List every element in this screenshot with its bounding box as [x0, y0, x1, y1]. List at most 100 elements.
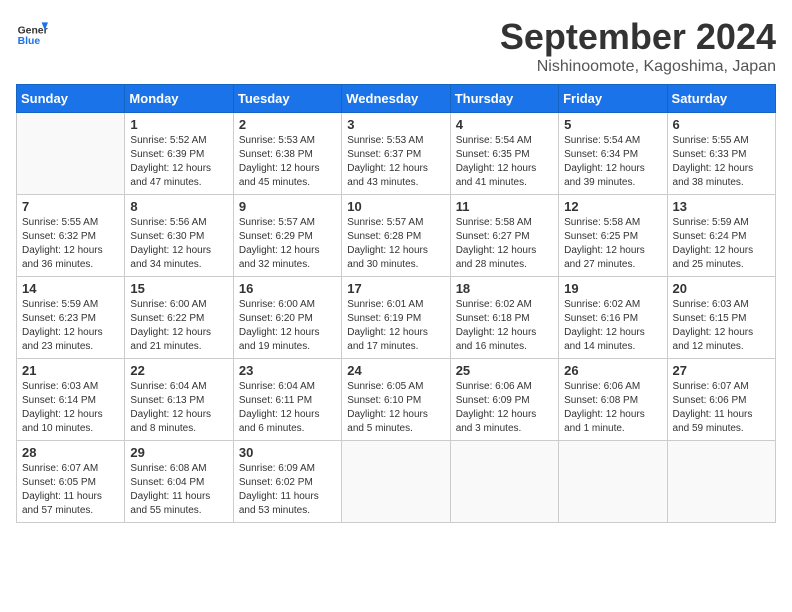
- day-number: 18: [456, 281, 553, 296]
- table-row: 21 Sunrise: 6:03 AMSunset: 6:14 PMDayligh…: [17, 359, 125, 441]
- table-row: 19 Sunrise: 6:02 AMSunset: 6:16 PMDayligh…: [559, 277, 667, 359]
- day-number: 14: [22, 281, 119, 296]
- day-info: Sunrise: 6:09 AMSunset: 6:02 PMDaylight:…: [239, 463, 319, 516]
- day-number: 17: [347, 281, 444, 296]
- day-number: 30: [239, 445, 336, 460]
- day-info: Sunrise: 6:04 AMSunset: 6:13 PMDaylight:…: [130, 381, 211, 434]
- day-info: Sunrise: 6:01 AMSunset: 6:19 PMDaylight:…: [347, 299, 428, 352]
- day-info: Sunrise: 6:05 AMSunset: 6:10 PMDaylight:…: [347, 381, 428, 434]
- day-info: Sunrise: 5:58 AMSunset: 6:25 PMDaylight:…: [564, 217, 645, 270]
- day-number: 26: [564, 363, 661, 378]
- day-number: 27: [673, 363, 770, 378]
- day-number: 15: [130, 281, 227, 296]
- day-number: 20: [673, 281, 770, 296]
- table-row: 23 Sunrise: 6:04 AMSunset: 6:11 PMDayligh…: [233, 359, 341, 441]
- table-row: 17 Sunrise: 6:01 AMSunset: 6:19 PMDayligh…: [342, 277, 450, 359]
- day-number: 1: [130, 117, 227, 132]
- day-info: Sunrise: 6:07 AMSunset: 6:05 PMDaylight:…: [22, 463, 102, 516]
- day-info: Sunrise: 6:00 AMSunset: 6:20 PMDaylight:…: [239, 299, 320, 352]
- table-row: 24Sunrise: 6:05 AMSunset: 6:10 PMDayligh…: [342, 359, 450, 441]
- day-number: 3: [347, 117, 444, 132]
- table-row: 26 Sunrise: 6:06 AMSunset: 6:08 PMDayligh…: [559, 359, 667, 441]
- table-row: 2 Sunrise: 5:53 AMSunset: 6:38 PMDaylight…: [233, 113, 341, 195]
- day-info: Sunrise: 5:53 AMSunset: 6:38 PMDaylight:…: [239, 135, 320, 188]
- table-row: 11 Sunrise: 5:58 AMSunset: 6:27 PMDayligh…: [450, 195, 558, 277]
- day-info: Sunrise: 6:06 AMSunset: 6:08 PMDaylight:…: [564, 381, 645, 434]
- table-row: 29Sunrise: 6:08 AMSunset: 6:04 PMDayligh…: [125, 441, 233, 523]
- day-info: Sunrise: 6:02 AMSunset: 6:16 PMDaylight:…: [564, 299, 645, 352]
- day-info: Sunrise: 6:00 AMSunset: 6:22 PMDaylight:…: [130, 299, 211, 352]
- day-number: 21: [22, 363, 119, 378]
- col-sunday: Sunday: [17, 85, 125, 113]
- table-row: [667, 441, 775, 523]
- day-number: 2: [239, 117, 336, 132]
- day-number: 7: [22, 199, 119, 214]
- table-row: 8 Sunrise: 5:56 AMSunset: 6:30 PMDaylight…: [125, 195, 233, 277]
- table-row: [559, 441, 667, 523]
- table-row: 13 Sunrise: 5:59 AMSunset: 6:24 PMDayligh…: [667, 195, 775, 277]
- day-number: 13: [673, 199, 770, 214]
- table-row: 7 Sunrise: 5:55 AMSunset: 6:32 PMDaylight…: [17, 195, 125, 277]
- day-number: 19: [564, 281, 661, 296]
- day-number: 10: [347, 199, 444, 214]
- day-number: 16: [239, 281, 336, 296]
- day-info: Sunrise: 5:52 AMSunset: 6:39 PMDaylight:…: [130, 135, 211, 188]
- day-info: Sunrise: 6:06 AMSunset: 6:09 PMDaylight:…: [456, 381, 537, 434]
- table-row: 28 Sunrise: 6:07 AMSunset: 6:05 PMDayligh…: [17, 441, 125, 523]
- day-number: 9: [239, 199, 336, 214]
- table-row: 20 Sunrise: 6:03 AMSunset: 6:15 PMDayligh…: [667, 277, 775, 359]
- table-row: [450, 441, 558, 523]
- table-row: 6 Sunrise: 5:55 AMSunset: 6:33 PMDaylight…: [667, 113, 775, 195]
- day-info: Sunrise: 5:58 AMSunset: 6:27 PMDaylight:…: [456, 217, 537, 270]
- day-info: Sunrise: 5:59 AMSunset: 6:23 PMDaylight:…: [22, 299, 103, 352]
- day-number: 11: [456, 199, 553, 214]
- calendar-table: Sunday Monday Tuesday Wednesday Thursday…: [16, 84, 776, 523]
- table-row: 10Sunrise: 5:57 AMSunset: 6:28 PMDayligh…: [342, 195, 450, 277]
- day-info: Sunrise: 5:55 AMSunset: 6:33 PMDaylight:…: [673, 135, 754, 188]
- day-info: Sunrise: 5:57 AMSunset: 6:29 PMDaylight:…: [239, 217, 320, 270]
- day-number: 25: [456, 363, 553, 378]
- day-info: Sunrise: 5:55 AMSunset: 6:32 PMDaylight:…: [22, 217, 103, 270]
- day-info: Sunrise: 6:02 AMSunset: 6:18 PMDaylight:…: [456, 299, 537, 352]
- table-row: 12 Sunrise: 5:58 AMSunset: 6:25 PMDayligh…: [559, 195, 667, 277]
- col-tuesday: Tuesday: [233, 85, 341, 113]
- day-info: Sunrise: 6:03 AMSunset: 6:14 PMDaylight:…: [22, 381, 103, 434]
- day-number: 6: [673, 117, 770, 132]
- day-number: 29: [130, 445, 227, 460]
- table-row: 27 Sunrise: 6:07 AMSunset: 6:06 PMDayligh…: [667, 359, 775, 441]
- table-row: 4Sunrise: 5:54 AMSunset: 6:35 PMDaylight…: [450, 113, 558, 195]
- day-number: 28: [22, 445, 119, 460]
- svg-text:General: General: [18, 26, 48, 37]
- table-row: 9 Sunrise: 5:57 AMSunset: 6:29 PMDaylight…: [233, 195, 341, 277]
- day-number: 12: [564, 199, 661, 214]
- table-row: 15 Sunrise: 6:00 AMSunset: 6:22 PMDayligh…: [125, 277, 233, 359]
- col-monday: Monday: [125, 85, 233, 113]
- table-row: 1 Sunrise: 5:52 AMSunset: 6:39 PMDaylight…: [125, 113, 233, 195]
- day-info: Sunrise: 6:07 AMSunset: 6:06 PMDaylight:…: [673, 381, 753, 434]
- day-info: Sunrise: 5:53 AMSunset: 6:37 PMDaylight:…: [347, 135, 428, 188]
- col-thursday: Thursday: [450, 85, 558, 113]
- col-saturday: Saturday: [667, 85, 775, 113]
- day-info: Sunrise: 6:04 AMSunset: 6:11 PMDaylight:…: [239, 381, 320, 434]
- day-info: Sunrise: 5:59 AMSunset: 6:24 PMDaylight:…: [673, 217, 754, 270]
- day-info: Sunrise: 5:54 AMSunset: 6:34 PMDaylight:…: [564, 135, 645, 188]
- table-row: 25 Sunrise: 6:06 AMSunset: 6:09 PMDayligh…: [450, 359, 558, 441]
- day-info: Sunrise: 6:03 AMSunset: 6:15 PMDaylight:…: [673, 299, 754, 352]
- table-row: [342, 441, 450, 523]
- table-row: 3 Sunrise: 5:53 AMSunset: 6:37 PMDaylight…: [342, 113, 450, 195]
- table-row: 30 Sunrise: 6:09 AMSunset: 6:02 PMDayligh…: [233, 441, 341, 523]
- day-number: 8: [130, 199, 227, 214]
- day-number: 23: [239, 363, 336, 378]
- day-number: 5: [564, 117, 661, 132]
- location: Nishinoomote, Kagoshima, Japan: [500, 58, 776, 76]
- day-number: 4: [456, 117, 553, 132]
- col-wednesday: Wednesday: [342, 85, 450, 113]
- table-row: 14 Sunrise: 5:59 AMSunset: 6:23 PMDayligh…: [17, 277, 125, 359]
- table-row: 18 Sunrise: 6:02 AMSunset: 6:18 PMDayligh…: [450, 277, 558, 359]
- table-row: 16 Sunrise: 6:00 AMSunset: 6:20 PMDayligh…: [233, 277, 341, 359]
- col-friday: Friday: [559, 85, 667, 113]
- day-info: Sunrise: 5:56 AMSunset: 6:30 PMDaylight:…: [130, 217, 211, 270]
- month-title: September 2024: [500, 16, 776, 58]
- logo: General Blue: [16, 16, 52, 48]
- svg-text:Blue: Blue: [18, 36, 41, 47]
